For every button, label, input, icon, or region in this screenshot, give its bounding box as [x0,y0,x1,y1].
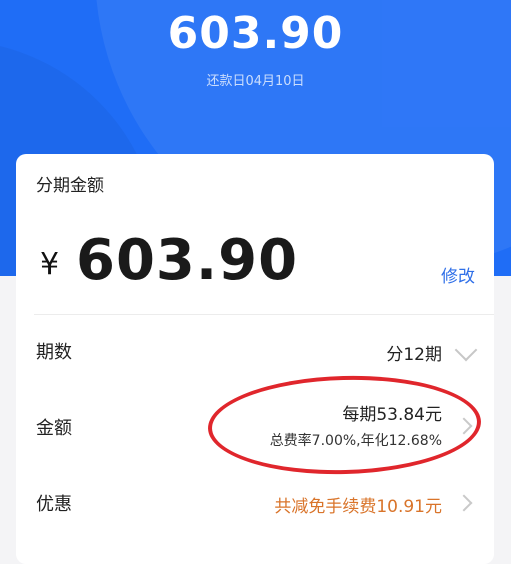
repayment-amount: 603.90 [167,8,344,59]
promotion-value[interactable]: 共减免手续费10.91元 [274,492,442,517]
red-highlight-circle [206,372,483,478]
periods-label: 期数 [36,342,72,363]
promotion-label: 优惠 [36,494,72,515]
due-date: 还款日04月10日 [206,74,305,89]
chevron-right-icon[interactable] [455,494,473,512]
periods-selector[interactable]: 分12期 [386,340,442,365]
divider [34,314,494,315]
edit-amount-link[interactable]: 修改 [441,262,475,287]
installment-amount-field[interactable]: 603.90 [76,226,298,296]
payment-label: 金额 [36,418,72,439]
installment-card: 分期金额 ¥ 603.90 修改 期数 分12期 金额 每期53.84元 总费率… [16,154,494,564]
currency-symbol: ¥ [40,247,60,282]
card-title: 分期金额 [36,176,104,196]
chevron-down-icon[interactable] [454,338,478,362]
